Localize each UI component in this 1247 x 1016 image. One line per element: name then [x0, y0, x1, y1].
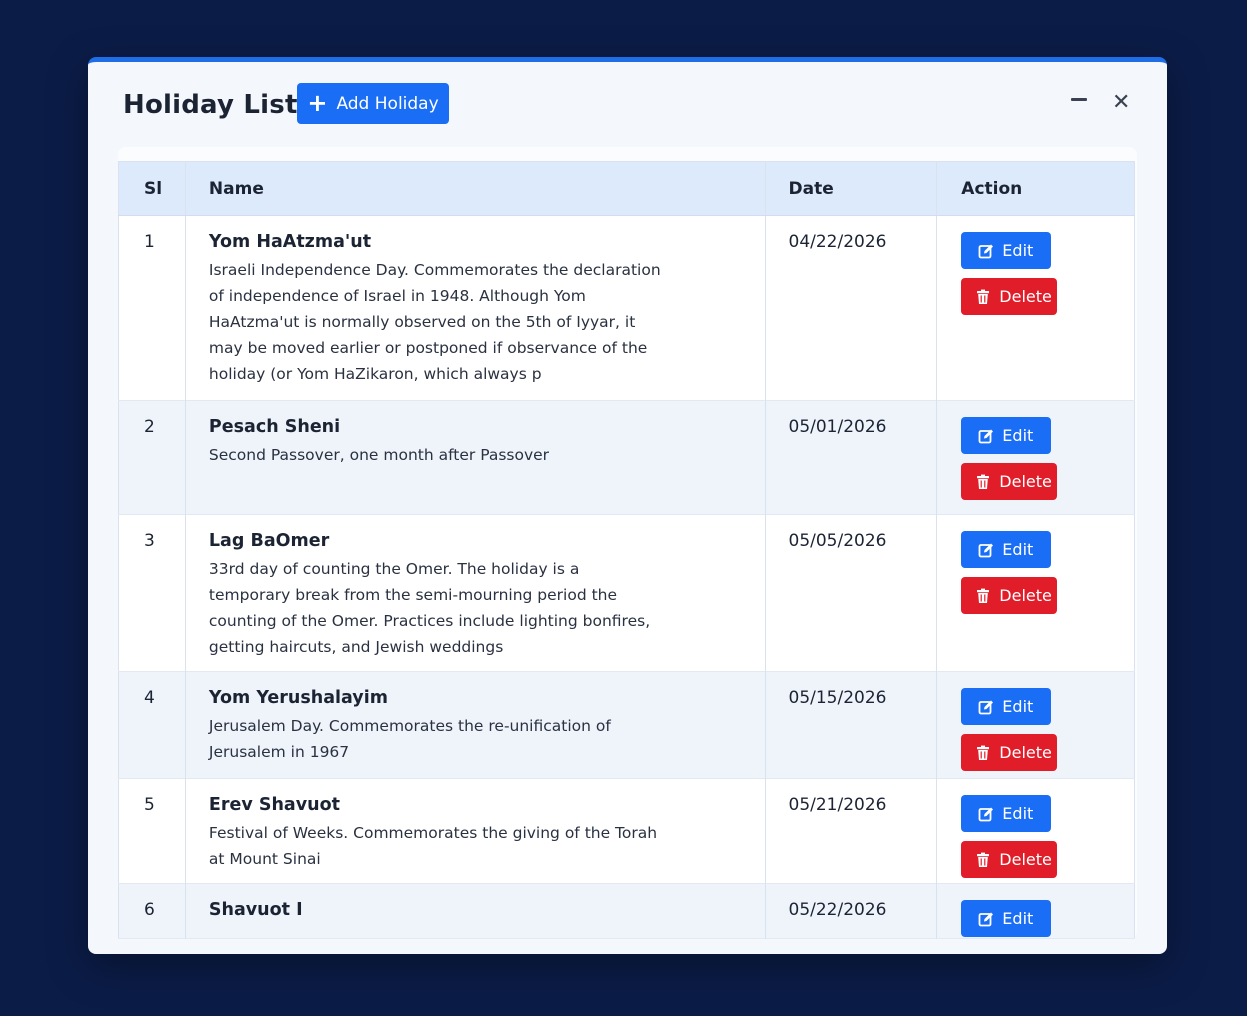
delete-label: Delete: [999, 472, 1052, 491]
page-title: Holiday List: [123, 90, 298, 120]
edit-label: Edit: [1002, 909, 1034, 928]
row-actions: Edit: [937, 884, 1135, 939]
row-sl: 4: [118, 671, 186, 779]
edit-icon: [978, 543, 994, 557]
table-row: 1 Yom HaAtzma'ut Israeli Independence Da…: [118, 215, 1135, 401]
delete-button[interactable]: Delete: [961, 841, 1058, 878]
row-sl: 5: [118, 778, 186, 884]
holiday-name: Erev Shavuot: [208, 795, 340, 815]
table-card: Sl Name Date Action 1 Yom HaAtzma'ut Isr…: [118, 147, 1137, 939]
add-holiday-button[interactable]: + Add Holiday: [297, 83, 449, 124]
edit-icon: [978, 244, 994, 258]
delete-label: Delete: [999, 850, 1052, 869]
delete-button[interactable]: Delete: [961, 463, 1058, 500]
row-name-cell: Yom HaAtzma'ut Israeli Independence Day.…: [185, 215, 766, 401]
row-sl: 6: [118, 883, 186, 939]
close-icon[interactable]: ✕: [1112, 92, 1130, 114]
row-date: 05/05/2026: [765, 514, 938, 672]
holiday-name: Lag BaOmer: [208, 531, 330, 551]
row-name-cell: Erev Shavuot Festival of Weeks. Commemor…: [185, 778, 766, 884]
edit-label: Edit: [1002, 540, 1034, 559]
edit-button[interactable]: Edit: [961, 688, 1052, 725]
trash-icon: [977, 289, 990, 304]
edit-button[interactable]: Edit: [961, 795, 1052, 832]
modal-header: Holiday List + Add Holiday ✕: [88, 62, 1167, 147]
delete-button[interactable]: Delete: [961, 278, 1058, 315]
row-sl: 3: [118, 514, 186, 672]
table-row: 3 Lag BaOmer 33rd day of counting the Om…: [118, 514, 1135, 672]
row-sl: 2: [118, 400, 186, 515]
edit-label: Edit: [1002, 697, 1034, 716]
edit-button[interactable]: Edit: [961, 232, 1052, 269]
row-actions: Edit Delete: [937, 401, 1135, 515]
edit-icon: [978, 429, 994, 443]
edit-label: Edit: [1002, 241, 1034, 260]
holiday-description: 33rd day of counting the Omer. The holid…: [208, 560, 651, 656]
plus-icon: +: [307, 88, 328, 117]
edit-icon: [978, 700, 994, 714]
row-name-cell: Shavuot I: [185, 883, 766, 939]
row-actions: Edit Delete: [937, 779, 1135, 884]
delete-label: Delete: [999, 287, 1052, 306]
row-sl: 1: [118, 215, 186, 401]
edit-button[interactable]: Edit: [961, 900, 1052, 937]
holiday-table: Sl Name Date Action 1 Yom HaAtzma'ut Isr…: [118, 161, 1135, 939]
header-name: Name: [185, 161, 766, 216]
edit-label: Edit: [1002, 426, 1034, 445]
minimize-icon[interactable]: [1071, 88, 1089, 101]
delete-label: Delete: [999, 743, 1052, 762]
holiday-name: Pesach Sheni: [208, 417, 341, 437]
delete-button[interactable]: Delete: [961, 734, 1058, 771]
edit-label: Edit: [1002, 804, 1034, 823]
row-date: 04/22/2026: [765, 215, 938, 401]
holiday-name: Yom HaAtzma'ut: [208, 232, 372, 252]
table-header-row: Sl Name Date Action: [118, 161, 1135, 216]
add-holiday-label: Add Holiday: [336, 93, 439, 114]
edit-button[interactable]: Edit: [961, 531, 1052, 568]
row-name-cell: Lag BaOmer 33rd day of counting the Omer…: [185, 514, 766, 672]
row-actions: Edit Delete: [937, 216, 1135, 401]
trash-icon: [977, 745, 990, 760]
table-row: 4 Yom Yerushalayim Jerusalem Day. Commem…: [118, 671, 1135, 779]
header-date: Date: [765, 161, 938, 216]
holiday-description: Festival of Weeks. Commemorates the givi…: [208, 824, 658, 868]
table-row: 5 Erev Shavuot Festival of Weeks. Commem…: [118, 778, 1135, 884]
trash-icon: [977, 852, 990, 867]
trash-icon: [977, 474, 990, 489]
row-name-cell: Yom Yerushalayim Jerusalem Day. Commemor…: [185, 671, 766, 779]
edit-icon: [978, 912, 994, 926]
holiday-name: Yom Yerushalayim: [208, 688, 388, 708]
holiday-description: Jerusalem Day. Commemorates the re-unifi…: [208, 717, 611, 761]
holiday-description: Second Passover, one month after Passove…: [208, 446, 550, 464]
row-date: 05/22/2026: [765, 883, 938, 939]
edit-icon: [978, 807, 994, 821]
table-row: 6 Shavuot I 05/22/2026 Edit: [118, 883, 1135, 939]
row-actions: Edit Delete: [937, 515, 1135, 672]
delete-label: Delete: [999, 586, 1052, 605]
trash-icon: [977, 588, 990, 603]
row-name-cell: Pesach Sheni Second Passover, one month …: [185, 400, 766, 515]
edit-button[interactable]: Edit: [961, 417, 1052, 454]
table-row: 2 Pesach Sheni Second Passover, one mont…: [118, 400, 1135, 515]
row-date: 05/15/2026: [765, 671, 938, 779]
row-actions: Edit Delete: [937, 672, 1135, 779]
holiday-name: Shavuot I: [208, 900, 303, 920]
row-date: 05/21/2026: [765, 778, 938, 884]
holiday-list-modal: Holiday List + Add Holiday ✕ Sl Name Dat…: [88, 57, 1167, 954]
header-action: Action: [936, 161, 1135, 216]
delete-button[interactable]: Delete: [961, 577, 1058, 614]
holiday-description: Israeli Independence Day. Commemorates t…: [208, 261, 661, 383]
header-sl: Sl: [118, 161, 186, 216]
row-date: 05/01/2026: [765, 400, 938, 515]
